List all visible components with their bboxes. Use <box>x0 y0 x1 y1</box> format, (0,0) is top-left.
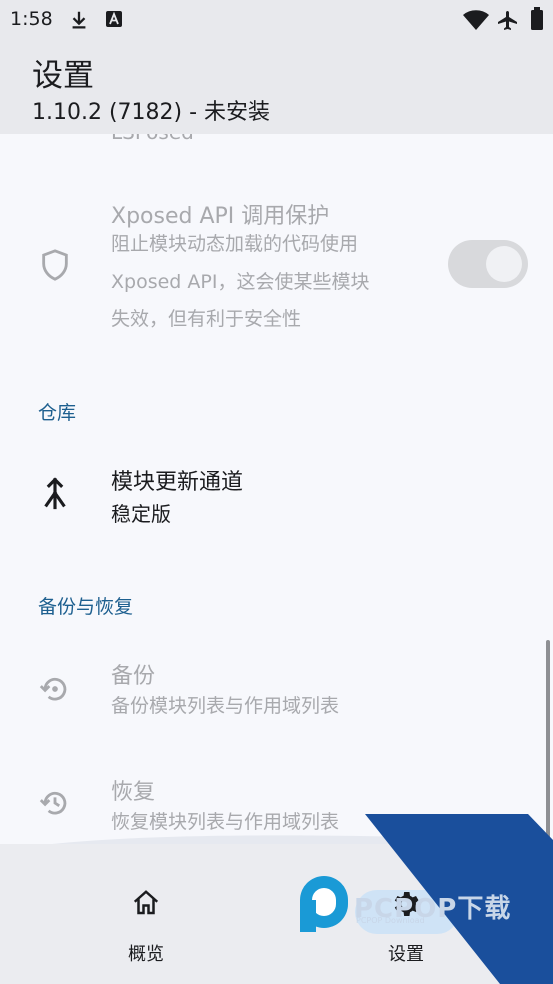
wifi-icon <box>462 9 490 35</box>
download-icon <box>68 9 90 35</box>
status-bar: 1:58 <box>0 0 553 38</box>
pref-backup[interactable]: 备份 备份模块列表与作用域列表 <box>0 644 553 754</box>
clipped-summary-text: LSPosed <box>111 134 194 144</box>
nav-item-overview[interactable]: 概览 <box>8 844 284 984</box>
battery-icon <box>530 7 544 35</box>
switch-thumb <box>486 246 522 282</box>
home-icon <box>131 888 161 922</box>
pref-title: 模块更新通道 <box>111 470 244 495</box>
page-title: 设置 <box>32 58 94 94</box>
settings-list[interactable]: LSPosed Xposed API 调用保护 阻止模块动态加载的代码使用 Xp… <box>0 134 553 844</box>
shield-icon <box>38 248 72 286</box>
status-time: 1:58 <box>10 8 53 30</box>
pref-summary-line: 阻止模块动态加载的代码使用 <box>111 233 359 255</box>
pref-title: 恢复 <box>111 780 156 805</box>
bottom-navigation: 概览 设置 <box>0 844 553 984</box>
merge-icon <box>40 476 70 514</box>
pref-xposed-api-protection[interactable]: Xposed API 调用保护 阻止模块动态加载的代码使用 Xposed API… <box>0 184 553 344</box>
pref-summary-line: Xposed API，这会使某些模块 <box>111 271 370 293</box>
gear-icon <box>390 888 422 924</box>
history-icon <box>38 786 72 824</box>
xposed-api-protection-switch[interactable] <box>448 240 528 288</box>
nav-label: 设置 <box>388 944 424 965</box>
pref-summary-line: 失效，但有利于安全性 <box>111 308 302 330</box>
section-header-repository: 仓库 <box>38 402 77 424</box>
pref-title: 备份 <box>111 664 156 689</box>
section-header-backup: 备份与恢复 <box>38 596 134 618</box>
pref-update-channel[interactable]: 模块更新通道 稳定版 <box>0 444 553 554</box>
a-notification-icon <box>104 9 124 33</box>
pref-summary: 稳定版 <box>111 502 171 526</box>
backup-restore-icon <box>38 672 72 710</box>
airplane-mode-icon <box>496 9 520 37</box>
nav-label: 概览 <box>128 944 164 965</box>
pref-summary: 备份模块列表与作用域列表 <box>111 695 340 717</box>
version-subtitle: 1.10.2 (7182) - 未安装 <box>32 100 271 125</box>
nav-item-settings[interactable]: 设置 <box>268 844 544 984</box>
scrollbar[interactable] <box>546 640 550 844</box>
app-bar: 设置 1.10.2 (7182) - 未安装 <box>0 38 553 134</box>
